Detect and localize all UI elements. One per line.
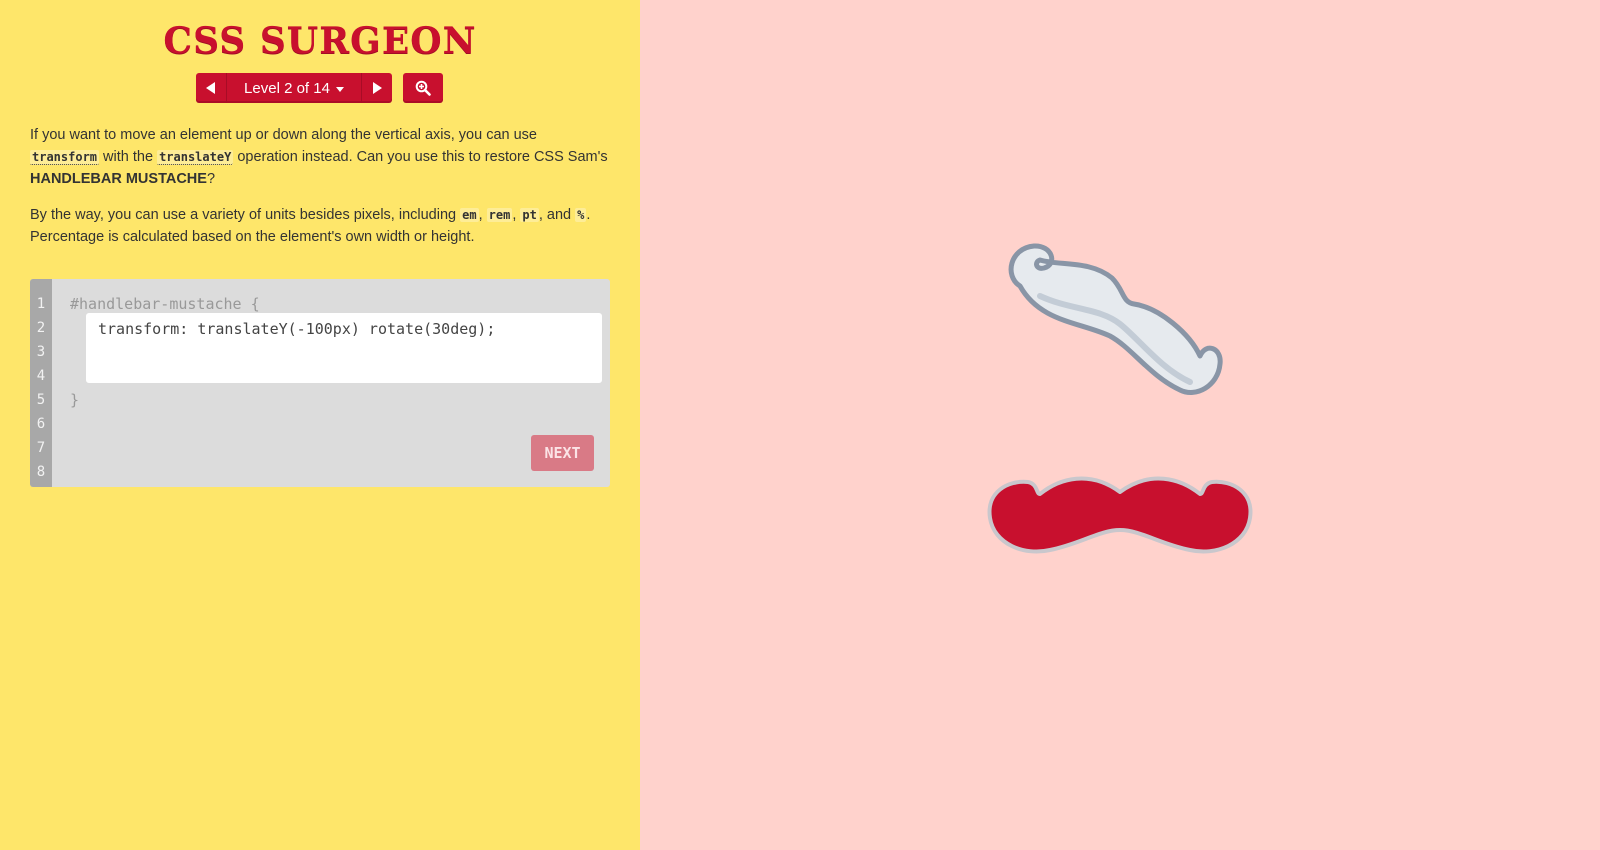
line-number-gutter: 1 2 3 4 5 6 7 8 (30, 279, 52, 487)
instruction-text: , (478, 207, 487, 223)
handlebar-mustache-target-ghost (1008, 243, 1223, 395)
line-number: 2 (36, 320, 46, 336)
code-em: em (460, 208, 479, 222)
line-number: 6 (36, 416, 46, 432)
css-editor: 1 2 3 4 5 6 7 8 #handlebar-mustache { tr… (30, 279, 610, 487)
level-instructions: If you want to move an element up or dow… (30, 124, 610, 262)
code-transform-link[interactable]: transform (30, 150, 100, 165)
instruction-text: ? (206, 171, 216, 187)
line-number: 5 (36, 392, 46, 408)
code-area: #handlebar-mustache { transform: transla… (52, 279, 610, 487)
instruction-text: If you want to move an element up or dow… (30, 127, 537, 143)
instruction-paragraph-1: If you want to move an element up or dow… (30, 124, 610, 190)
line-number: 1 (36, 296, 46, 312)
previous-level-button[interactable] (196, 73, 227, 103)
line-number: 8 (36, 464, 46, 480)
level-nav-group: Level 2 of 14 (196, 73, 392, 103)
instruction-text: with the (99, 149, 158, 165)
line-number: 4 (36, 368, 46, 384)
line-number: 7 (36, 440, 46, 456)
css-input[interactable]: transform: translateY(-100px) rotate(30d… (86, 313, 602, 383)
line-number: 3 (36, 344, 46, 360)
app-title: CSS SURGEON (163, 20, 477, 62)
code-translatey-link[interactable]: translateY (157, 150, 234, 165)
level-label: Level 2 of 14 (244, 79, 330, 97)
triangle-right-icon (373, 82, 382, 94)
instruction-text: , and (538, 207, 576, 223)
level-select-dropdown[interactable]: Level 2 of 14 (227, 73, 361, 103)
target-name: HANDLEBAR MUSTACHE (30, 171, 207, 187)
instructions-panel: CSS SURGEON Level 2 of 14 If you want to… (0, 0, 640, 850)
triangle-left-icon (206, 82, 215, 94)
zoom-button[interactable] (403, 73, 443, 103)
caret-down-icon (335, 86, 344, 92)
next-level-button[interactable] (361, 73, 392, 103)
code-pt: pt (520, 208, 539, 222)
instruction-paragraph-2: By the way, you can use a variety of uni… (30, 204, 610, 248)
level-navigation: Level 2 of 14 (196, 73, 443, 103)
instruction-text: By the way, you can use a variety of uni… (30, 207, 461, 223)
code-rem: rem (486, 208, 513, 222)
code-percent: % (575, 208, 587, 222)
next-button[interactable]: NEXT (531, 435, 594, 471)
closing-brace-line: } (70, 391, 80, 409)
handlebar-mustache-element (987, 476, 1253, 554)
stage-panel (640, 0, 1600, 850)
zoom-in-icon (415, 80, 431, 96)
instruction-text: operation instead. Can you use this to r… (233, 149, 608, 165)
